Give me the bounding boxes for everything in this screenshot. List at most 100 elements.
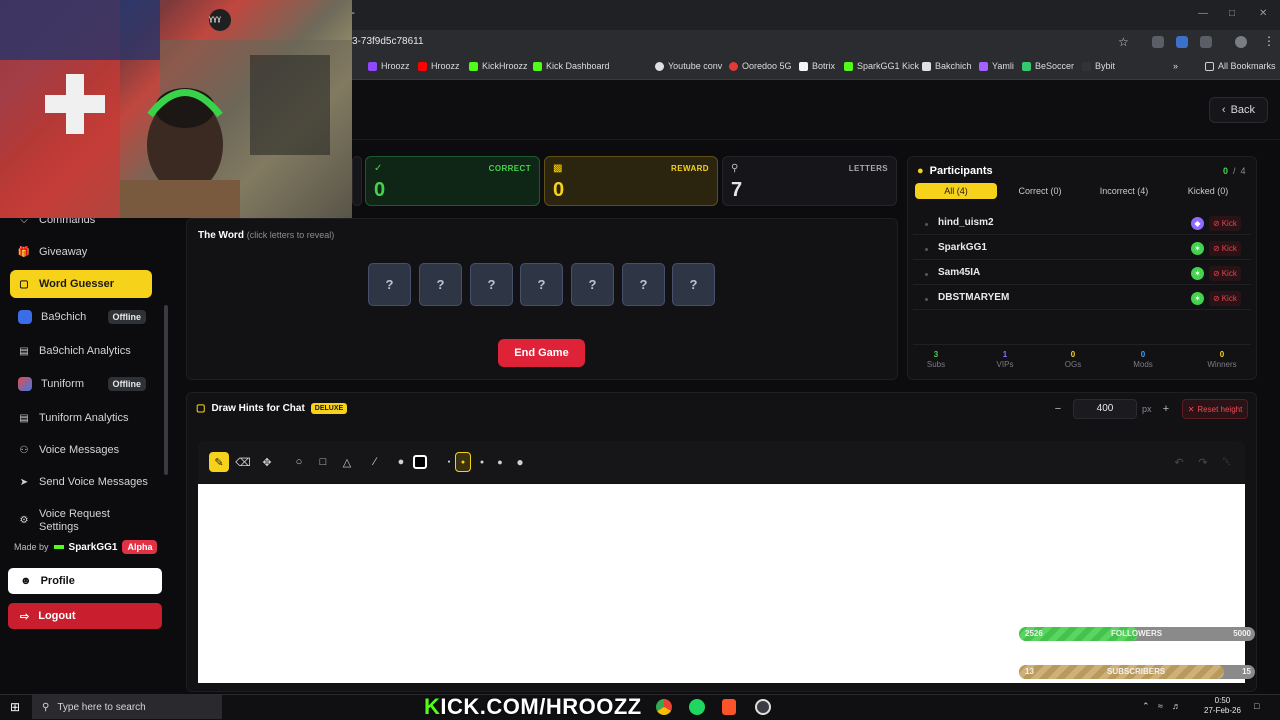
spotify-taskbar-icon[interactable] — [689, 699, 705, 715]
kick-button[interactable]: ⊘ Kick — [1209, 266, 1241, 281]
trash-icon[interactable]: ␡ — [1217, 452, 1237, 472]
letter-tile[interactable]: ? — [622, 263, 665, 306]
minimize-icon[interactable]: — — [1198, 8, 1208, 19]
sidebar-item-ba9chich[interactable]: Ba9chich Offline — [10, 303, 152, 331]
gamepad-icon: ▢ — [196, 403, 206, 414]
sidebar-item-word-guesser[interactable]: ▢ Word Guesser — [10, 270, 152, 298]
volume-icon[interactable]: ♬ — [1172, 701, 1181, 711]
kick-button[interactable]: ⊘ Kick — [1209, 216, 1241, 231]
bookmark-item[interactable]: SparkGG1 Kick — [844, 61, 919, 71]
reset-height-button[interactable]: ✕ Reset height — [1182, 399, 1248, 419]
taskbar-search[interactable]: ⚲ Type here to search — [32, 695, 222, 719]
kick-channel-banner: KICK.COM/HROOZZ — [424, 694, 642, 719]
circle-tool-icon[interactable]: ○ — [289, 452, 309, 472]
sidebar-item-giveaway[interactable]: 🎁 Giveaway — [10, 238, 152, 266]
bookmark-item[interactable]: Bybit — [1082, 61, 1115, 71]
windows-start-icon[interactable]: ⊞ — [10, 700, 20, 714]
chevron-left-icon: ‹ — [1221, 104, 1226, 116]
canvas-height-input[interactable]: 400 — [1073, 399, 1137, 419]
followers-goal-bar: 2526 FOLLOWERS 5000 — [1019, 627, 1255, 641]
tray-chevron-icon[interactable]: ⌃ — [1142, 701, 1150, 712]
address-bar-url[interactable]: 3-73f9d5c78611 — [352, 36, 424, 47]
kick-button[interactable]: ⊘ Kick — [1209, 291, 1241, 306]
height-decrease-button[interactable]: − — [1048, 399, 1068, 419]
bookmark-item[interactable]: Hroozz — [368, 61, 410, 71]
triangle-tool-icon[interactable]: △ — [337, 452, 357, 472]
key-icon: ⚲ — [731, 163, 739, 174]
subscriber-badge-icon: ✶ — [1191, 242, 1204, 255]
sidebar-item-voice-messages[interactable]: ⚇ Voice Messages — [10, 436, 152, 464]
bookmark-item[interactable]: Hroozz — [418, 61, 460, 71]
palette-icon[interactable]: ● — [391, 452, 411, 472]
height-increase-button[interactable]: + — [1156, 399, 1176, 419]
extension-icon[interactable] — [1152, 36, 1164, 48]
letter-tile[interactable]: ? — [470, 263, 513, 306]
profile-button[interactable]: ☻ Profile — [8, 568, 162, 594]
brush-size-4-icon[interactable]: ● — [490, 452, 510, 472]
bookmark-item[interactable]: KickHroozz — [469, 61, 528, 71]
letter-tile[interactable]: ? — [672, 263, 715, 306]
users-icon: ● — [917, 165, 924, 177]
brush-size-5-icon[interactable]: ● — [510, 452, 530, 472]
bookmark-item[interactable]: Bakchich — [922, 61, 972, 71]
color-swatch[interactable] — [410, 452, 430, 472]
webcam-overlay — [0, 0, 352, 218]
logout-button[interactable]: ⇨ Logout — [8, 603, 162, 629]
tab-correct[interactable]: Correct (0) — [1000, 183, 1080, 199]
participant-name: Sam45IA — [938, 267, 981, 278]
drawing-canvas[interactable] — [198, 484, 1245, 683]
bookmarks-overflow-icon[interactable]: » — [1173, 61, 1178, 71]
extension-icon[interactable] — [1176, 36, 1188, 48]
pencil-tool-icon[interactable]: ✎ — [209, 452, 229, 472]
sidebar-item-ba9chich-analytics[interactable]: ▤ Ba9chich Analytics — [10, 337, 152, 365]
back-button[interactable]: ‹ Back — [1209, 97, 1268, 123]
close-icon[interactable]: ✕ — [1259, 8, 1267, 19]
browser-menu-icon[interactable]: ⋮ — [1263, 34, 1275, 48]
brush-size-2-icon[interactable]: ● — [455, 452, 471, 472]
network-icon[interactable]: ≈ — [1158, 701, 1163, 711]
sidebar-item-tuniform[interactable]: Tuniform Offline — [10, 370, 152, 398]
sidebar-item-send-voice-messages[interactable]: ➤ Send Voice Messages — [10, 468, 152, 496]
undo-icon[interactable]: ↶ — [1169, 452, 1189, 472]
letter-tile[interactable]: ? — [571, 263, 614, 306]
line-tool-icon[interactable]: ∕ — [365, 452, 385, 472]
profile-avatar-icon[interactable] — [1235, 36, 1247, 48]
subscriber-badge-icon: ✶ — [1191, 267, 1204, 280]
bookmark-item[interactable]: Yamli — [979, 61, 1014, 71]
bookmark-item[interactable]: Youtube conv — [655, 61, 722, 71]
brush-size-3-icon[interactable]: ● — [472, 452, 492, 472]
letter-tile[interactable]: ? — [368, 263, 411, 306]
rectangle-tool-icon[interactable]: □ — [313, 452, 333, 472]
sidebar-item-tuniform-analytics[interactable]: ▤ Tuniform Analytics — [10, 404, 152, 432]
kick-button[interactable]: ⊘ Kick — [1209, 241, 1241, 256]
bookmark-item[interactable]: BeSoccer — [1022, 61, 1074, 71]
chrome-taskbar-icon[interactable] — [656, 699, 672, 715]
sidebar-scrollbar[interactable] — [164, 305, 168, 475]
participant-name: SparkGG1 — [938, 242, 987, 253]
bookmark-item[interactable]: Ooredoo 5G — [729, 61, 792, 71]
brave-taskbar-icon[interactable] — [722, 699, 736, 715]
tab-all[interactable]: All (4) — [915, 183, 997, 199]
bookmark-star-icon[interactable]: ☆ — [1118, 35, 1129, 49]
height-unit: px — [1142, 404, 1152, 414]
webcam-image — [0, 0, 352, 218]
logout-icon: ⇨ — [20, 610, 30, 623]
tab-kicked[interactable]: Kicked (0) — [1167, 183, 1249, 199]
sidebar-item-voice-request-settings[interactable]: ⚙ Voice Request Settings — [10, 508, 152, 534]
bookmark-item[interactable]: Kick Dashboard — [533, 61, 610, 71]
end-game-button[interactable]: End Game — [498, 339, 585, 367]
stat-vips: 1 VIPs — [996, 350, 1014, 369]
all-bookmarks-folder[interactable]: All Bookmarks — [1205, 61, 1276, 71]
letter-tile[interactable]: ? — [520, 263, 563, 306]
app-taskbar-icon[interactable] — [755, 699, 771, 715]
letter-tile[interactable]: ? — [419, 263, 462, 306]
notifications-icon[interactable]: □ — [1254, 701, 1259, 711]
extensions-puzzle-icon[interactable] — [1200, 36, 1212, 48]
eraser-tool-icon[interactable]: ⌫ — [233, 452, 253, 472]
redo-icon[interactable]: ↷ — [1193, 452, 1213, 472]
taskbar-clock[interactable]: 0:50 27-Feb-26 — [1204, 696, 1241, 716]
bookmark-item[interactable]: Botrix — [799, 61, 835, 71]
maximize-icon[interactable]: □ — [1229, 8, 1235, 19]
tab-incorrect[interactable]: Incorrect (4) — [1083, 183, 1165, 199]
move-tool-icon[interactable]: ✥ — [257, 452, 277, 472]
